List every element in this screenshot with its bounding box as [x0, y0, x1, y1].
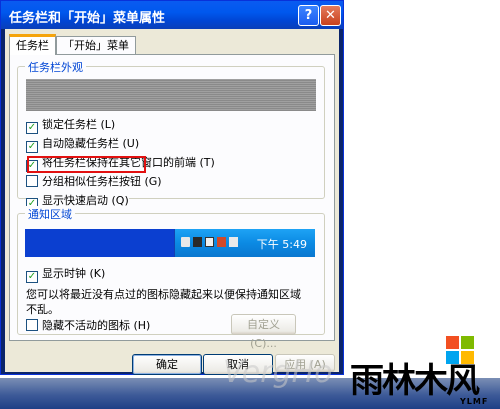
- tray-clock: 下午 5:49: [256, 238, 307, 251]
- window-title: 任务栏和「开始」菜单属性: [9, 11, 166, 26]
- watermark-text: VergHo: [223, 355, 333, 390]
- taskbar-appearance-legend: 任务栏外观: [25, 59, 86, 75]
- close-button[interactable]: ✕: [320, 5, 341, 26]
- lock-taskbar-option[interactable]: ✓ 锁定任务栏 (L): [26, 118, 116, 134]
- help-button[interactable]: ?: [298, 5, 319, 26]
- notification-area-legend: 通知区域: [25, 206, 75, 222]
- auto-hide-taskbar-checkbox[interactable]: ✓: [26, 141, 38, 153]
- notification-description: 您可以将最近没有点过的图标隐藏起来以便保持通知区域不乱。: [26, 288, 301, 316]
- notification-preview-image: 下午 5:49: [25, 229, 315, 257]
- lock-taskbar-label: 锁定任务栏 (L): [42, 118, 116, 131]
- system-tray: 下午 5:49: [174, 229, 315, 257]
- dialog-client-area: 任务栏 「开始」菜单 任务栏外观 ✓ 锁定任务栏 (L) ✓ 自动隐藏任务栏 (U)…: [5, 29, 339, 375]
- hide-inactive-checkbox[interactable]: [26, 319, 38, 331]
- auto-hide-taskbar-label: 自动隐藏任务栏 (U): [42, 137, 140, 150]
- monitor-icon: [205, 237, 214, 247]
- tab-start-menu[interactable]: 「开始」菜单: [56, 36, 136, 55]
- tab-panel-taskbar: 任务栏外观 ✓ 锁定任务栏 (L) ✓ 自动隐藏任务栏 (U) ✓ 将任务栏保持在其它…: [9, 54, 335, 350]
- lock-taskbar-checkbox[interactable]: ✓: [26, 122, 38, 134]
- logo-red-square: [446, 336, 459, 349]
- taskbar-preview-image: [26, 79, 316, 111]
- logo-green-square: [461, 336, 474, 349]
- brand-logo-subtext: YLMF: [460, 397, 489, 406]
- notification-area-group: 通知区域 下午 5:49 ✓ 显示时钟 (K) 您可以将最近没有点过的图标隐藏起来…: [17, 206, 325, 350]
- group-buttons-label: 分组相似任务栏按钮 (G): [42, 175, 162, 188]
- hide-inactive-option[interactable]: 隐藏不活动的图标 (H): [26, 319, 150, 333]
- group-buttons-checkbox[interactable]: [26, 175, 38, 187]
- volume-icon: [181, 237, 190, 247]
- group-buttons-option[interactable]: 分组相似任务栏按钮 (G): [26, 175, 162, 189]
- show-clock-option[interactable]: ✓ 显示时钟 (K): [26, 267, 106, 283]
- show-clock-label: 显示时钟 (K): [42, 267, 106, 280]
- title-bar[interactable]: 任务栏和「开始」菜单属性 ? ✕: [1, 1, 343, 29]
- taskbar-appearance-group: 任务栏外观 ✓ 锁定任务栏 (L) ✓ 自动隐藏任务栏 (U) ✓ 将任务栏保持在其它…: [17, 59, 325, 210]
- network-icon: [193, 237, 202, 247]
- auto-hide-taskbar-option[interactable]: ✓ 自动隐藏任务栏 (U): [26, 137, 140, 153]
- highlight-box: [27, 156, 146, 173]
- speaker-icon: [229, 237, 238, 247]
- properties-window: 任务栏和「开始」菜单属性 ? ✕ 任务栏 「开始」菜单 任务栏外观 ✓ 锁定任务栏…: [0, 0, 344, 375]
- brand-logo-text: 雨林木风: [350, 361, 480, 401]
- hide-inactive-label: 隐藏不活动的图标 (H): [42, 319, 151, 332]
- show-clock-checkbox[interactable]: ✓: [26, 271, 38, 283]
- security-icon: [217, 237, 226, 247]
- customize-button[interactable]: 自定义 (C)...: [231, 314, 296, 350]
- ok-button[interactable]: 确定: [132, 354, 202, 375]
- tab-taskbar[interactable]: 任务栏: [9, 34, 56, 55]
